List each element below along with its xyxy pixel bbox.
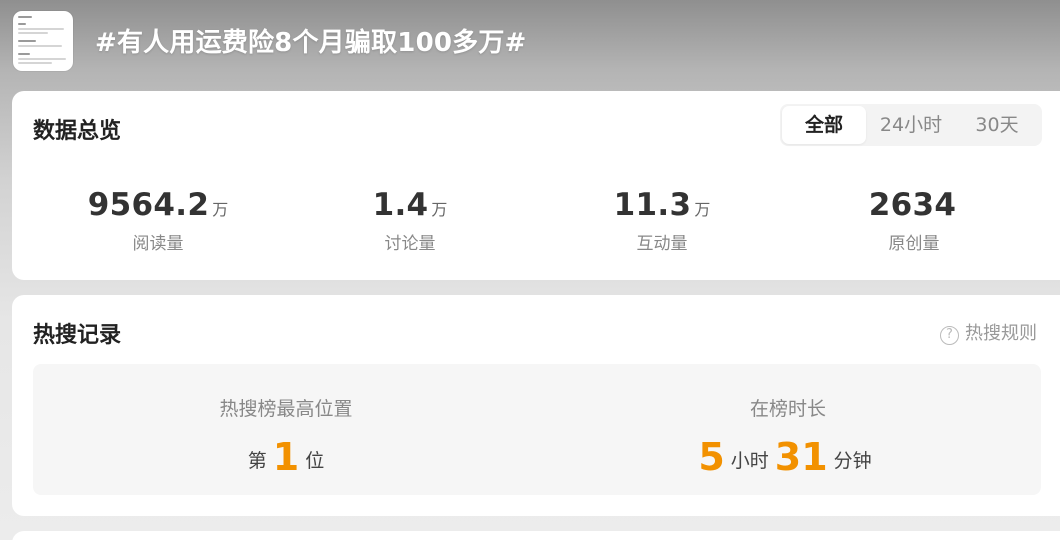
hot-search-stats-box: 热搜榜最高位置 第1位 在榜时长 5 小时 31 分钟 bbox=[33, 364, 1041, 495]
peak-suffix: 位 bbox=[305, 450, 325, 472]
stat-interactions-unit: 万 bbox=[694, 200, 711, 219]
peak-value: 1 bbox=[272, 435, 300, 479]
tab-24h[interactable]: 24小时 bbox=[866, 106, 956, 144]
duration-minutes-unit: 分钟 bbox=[833, 450, 872, 472]
stat-interactions-label: 互动量 bbox=[636, 234, 688, 254]
duration-minutes: 31 bbox=[774, 435, 828, 479]
stat-originals: 2634 原创量 bbox=[814, 187, 1014, 254]
stat-reads-value: 9564.2 bbox=[87, 187, 210, 223]
topic-cover-thumbnail[interactable] bbox=[13, 11, 73, 71]
topic-header: #有人用运费险8个月骗取100多万# bbox=[0, 0, 1060, 86]
stat-originals-value: 2634 bbox=[868, 187, 957, 223]
stat-reads-label: 阅读量 bbox=[132, 234, 184, 254]
duration-hours: 5 bbox=[698, 435, 725, 479]
stat-reads: 9564.2 万 阅读量 bbox=[58, 187, 258, 254]
hot-search-rules-link[interactable]: ? 热搜规则 bbox=[940, 319, 1037, 345]
data-overview-card: 数据总览 全部 24小时 30天 9564.2 万 阅读量 1.4 万 讨论量 11… bbox=[12, 91, 1060, 280]
stat-reads-unit: 万 bbox=[212, 200, 229, 219]
peak-prefix: 第 bbox=[247, 450, 267, 472]
overview-title: 数据总览 bbox=[33, 119, 122, 144]
stat-interactions: 11.3 万 互动量 bbox=[562, 187, 762, 254]
topic-title: #有人用运费险8个月骗取100多万# bbox=[95, 28, 527, 58]
hot-search-title: 热搜记录 bbox=[33, 323, 122, 348]
stat-discussions-label: 讨论量 bbox=[384, 234, 436, 254]
peak-position-label: 热搜榜最高位置 bbox=[219, 398, 353, 420]
hot-search-record-card: 热搜记录 ? 热搜规则 热搜榜最高位置 第1位 在榜时长 5 小时 31 分钟 bbox=[12, 295, 1060, 516]
time-on-list-label: 在榜时长 bbox=[749, 398, 826, 420]
next-card bbox=[12, 531, 1060, 540]
peak-position: 热搜榜最高位置 第1位 bbox=[76, 394, 496, 479]
time-on-list: 在榜时长 5 小时 31 分钟 bbox=[578, 394, 998, 479]
stat-discussions-value: 1.4 bbox=[372, 187, 429, 223]
rules-label: 热搜规则 bbox=[965, 323, 1037, 344]
duration-hours-unit: 小时 bbox=[730, 450, 769, 472]
stat-interactions-value: 11.3 bbox=[613, 187, 692, 223]
tab-30d[interactable]: 30天 bbox=[956, 106, 1038, 144]
time-range-tabs: 全部 24小时 30天 bbox=[780, 104, 1042, 146]
stat-discussions: 1.4 万 讨论量 bbox=[310, 187, 510, 254]
stat-discussions-unit: 万 bbox=[431, 200, 448, 219]
question-circle-icon: ? bbox=[940, 326, 959, 345]
stat-originals-label: 原创量 bbox=[888, 234, 940, 254]
tab-all[interactable]: 全部 bbox=[782, 106, 866, 144]
